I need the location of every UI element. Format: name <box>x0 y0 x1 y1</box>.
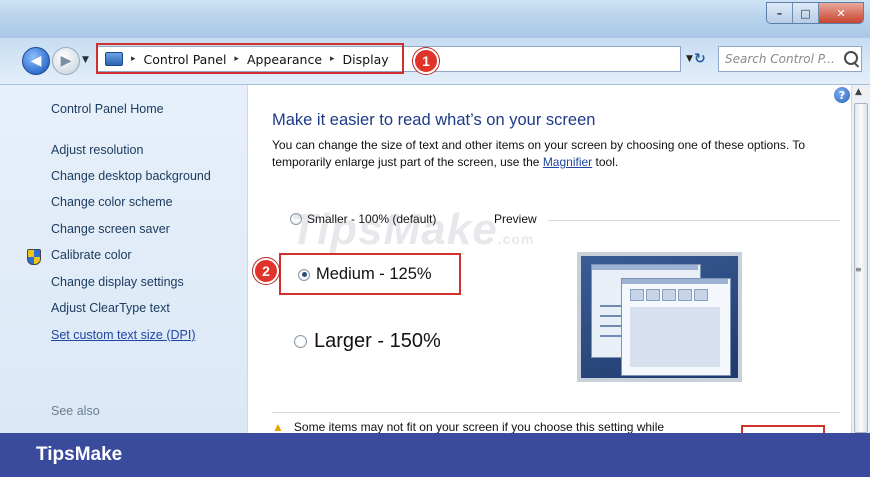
search-icon[interactable] <box>844 51 858 65</box>
sidebar-item-control-panel-home[interactable]: Control Panel Home <box>51 102 164 116</box>
preview-label: Preview <box>494 212 537 226</box>
window-controls: – □ ✕ <box>766 2 864 24</box>
preview-content-area <box>630 307 720 367</box>
preview-tile <box>662 289 676 301</box>
preview-titlebar <box>622 279 728 284</box>
description-text: You can change the size of text and othe… <box>272 138 806 169</box>
minimize-button[interactable]: – <box>767 3 793 23</box>
preview-tile <box>646 289 660 301</box>
sidebar-item-adjust-resolution[interactable]: Adjust resolution <box>51 143 143 157</box>
search-placeholder: Search Control P... <box>725 52 835 66</box>
close-button[interactable]: ✕ <box>819 3 863 23</box>
help-icon[interactable]: ? <box>834 87 850 103</box>
option-smaller-label: Smaller - 100% (default) <box>307 212 437 226</box>
warning-message: ▲ Some items may not fit on your screen i… <box>272 420 664 434</box>
option-larger[interactable]: Larger - 150% <box>294 330 441 353</box>
scroll-grip-icon: ≡ <box>855 265 862 274</box>
option-smaller[interactable]: Smaller - 100% (default) <box>290 212 436 226</box>
preview-tile <box>694 289 708 301</box>
sidebar-item-change-color-scheme[interactable]: Change color scheme <box>51 195 173 209</box>
close-icon: ✕ <box>836 6 846 20</box>
magnifier-link[interactable]: Magnifier <box>543 155 592 169</box>
preview-line <box>600 315 622 317</box>
page-description: You can change the size of text and othe… <box>272 137 832 171</box>
navigation-bar: ◀ ▶ ▼ ▸ Control Panel ▸ Appearance ▸ Dis… <box>0 38 870 85</box>
title-bar: – □ ✕ <box>0 0 870 38</box>
preview-tile <box>678 289 692 301</box>
forward-arrow-icon: ▶ <box>60 53 72 69</box>
sidebar-item-change-screen-saver[interactable]: Change screen saver <box>51 222 170 236</box>
sidebar: Control Panel Home Adjust resolution Cha… <box>0 85 248 433</box>
sidebar-item-change-display-settings[interactable]: Change display settings <box>51 275 184 289</box>
back-arrow-icon: ◀ <box>30 53 42 69</box>
radio-smaller[interactable] <box>290 213 302 225</box>
sidebar-item-adjust-cleartype-text[interactable]: Adjust ClearType text <box>51 301 170 315</box>
brand-footer: TipsMake <box>0 433 870 477</box>
search-input[interactable]: Search Control P... <box>718 46 862 72</box>
forward-button[interactable]: ▶ <box>52 47 80 75</box>
step-badge-1: 1 <box>413 48 439 74</box>
maximize-button[interactable]: □ <box>793 3 819 23</box>
description-text-end: tool. <box>592 155 619 169</box>
warning-icon: ▲ <box>272 420 284 434</box>
see-also-heading: See also <box>51 404 100 418</box>
preview-line <box>600 325 622 327</box>
warning-text: Some items may not fit on your screen if… <box>293 420 665 434</box>
sidebar-item-set-custom-text-size[interactable]: Set custom text size (DPI) <box>51 328 195 342</box>
vertical-scrollbar[interactable]: ▲ ≡ <box>851 85 870 433</box>
address-highlight-box <box>96 43 404 74</box>
scroll-up-icon[interactable]: ▲ <box>855 87 862 97</box>
page-title: Make it easier to read what’s on your sc… <box>272 111 596 129</box>
preview-line <box>600 305 622 307</box>
option-medium[interactable]: Medium - 125% <box>298 265 432 284</box>
recent-pages-dropdown-icon[interactable]: ▼ <box>82 55 89 65</box>
radio-larger[interactable] <box>294 335 307 348</box>
sidebar-item-calibrate-color[interactable]: Calibrate color <box>51 248 132 262</box>
address-dropdown-icon[interactable]: ▼ <box>686 54 693 64</box>
radio-medium[interactable] <box>298 268 310 281</box>
sidebar-item-change-desktop-background[interactable]: Change desktop background <box>51 169 211 183</box>
main-content: ? Make it easier to read what’s on your … <box>248 85 851 439</box>
section-divider <box>272 412 840 413</box>
option-larger-label: Larger - 150% <box>314 330 441 352</box>
preview-front-window <box>621 278 731 376</box>
maximize-icon: □ <box>800 6 811 20</box>
option-medium-label: Medium - 125% <box>316 265 432 283</box>
preview-image <box>577 252 742 382</box>
brand-name: TipsMake <box>36 444 123 465</box>
preview-tile <box>630 289 644 301</box>
minimize-icon: – <box>776 6 783 20</box>
shield-icon <box>27 249 41 265</box>
preview-line <box>600 335 622 337</box>
preview-divider <box>548 220 840 221</box>
refresh-icon[interactable]: ↻ <box>694 51 706 67</box>
back-button[interactable]: ◀ <box>22 47 50 75</box>
step-badge-2: 2 <box>253 258 279 284</box>
preview-titlebar <box>592 265 698 270</box>
